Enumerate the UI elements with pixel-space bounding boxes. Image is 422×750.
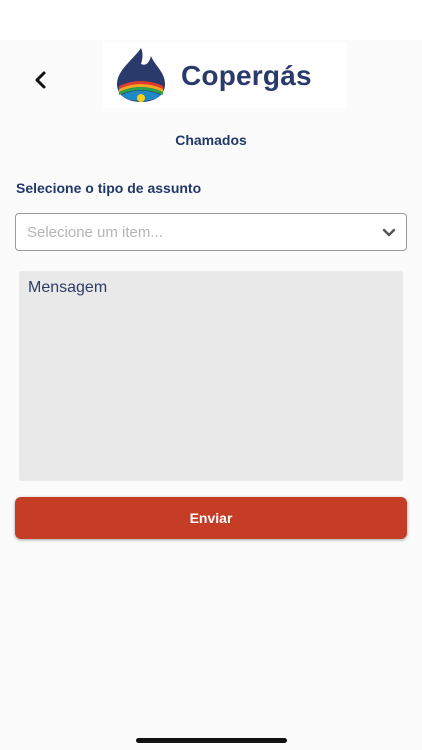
subject-select-placeholder: Selecione um item... [27,224,163,241]
message-placeholder: Mensagem [28,279,108,296]
subject-select[interactable]: Selecione um item... [15,213,407,251]
send-button[interactable]: Enviar [15,497,407,539]
back-button[interactable] [26,64,56,96]
flame-logo-icon [117,48,165,102]
chevron-left-icon [35,71,46,89]
screen: Copergás Chamados Selecione o tipo de as… [0,0,422,750]
subject-label: Selecione o tipo de assunto [16,180,202,196]
home-indicator [136,738,287,743]
message-textarea[interactable]: Mensagem [19,271,403,481]
status-bar [0,0,422,40]
page-title: Chamados [175,132,247,148]
chevron-down-icon [382,228,396,237]
brand-logo: Copergás [103,42,347,108]
brand-name: Copergás [181,60,312,91]
